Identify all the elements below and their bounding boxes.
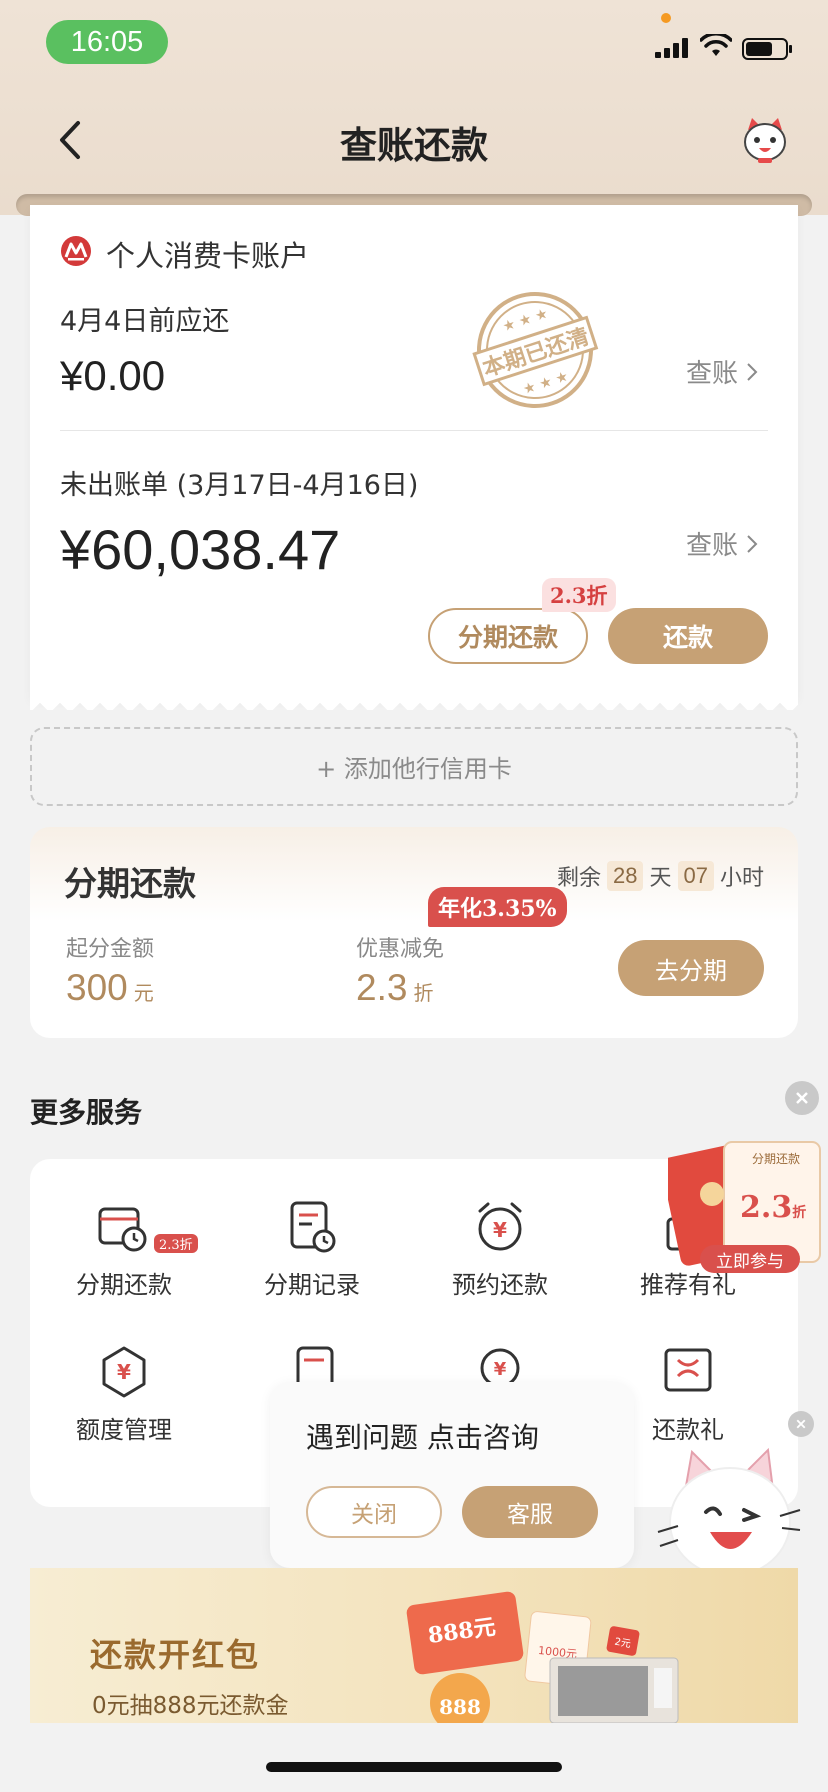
battery-icon [742,38,792,60]
service-discount-badge: 2.3折 [154,1234,198,1253]
chevron-right-icon [747,534,758,553]
min-amount-value: 300 元 [66,967,154,1008]
customer-service-button[interactable]: 客服 [462,1486,598,1538]
add-other-bank-card-button[interactable]: + 添加他行信用卡 [30,727,798,806]
banner-subtitle: 0元抽888元还款金 [92,1693,289,1719]
recording-indicator-icon [661,13,671,23]
close-mascot-icon[interactable] [788,1411,814,1437]
due-date-label: 4月4日前应还 [60,306,230,337]
svg-text:¥: ¥ [117,1360,131,1384]
service-label: 分期还款 [76,1271,172,1299]
signal-icon [655,38,688,58]
service-installment[interactable]: 2.3折 分期还款 [30,1199,218,1300]
svg-text:¥: ¥ [494,1359,507,1380]
repay-red-packet-banner[interactable]: 还款开红包 0元抽888元还款金 888元 1000元 2元 888 [30,1568,798,1723]
close-promo-icon[interactable] [785,1081,819,1115]
discount-label: 优惠减免 [356,937,445,962]
countdown: 剩余 28 天 07 小时 [557,860,764,892]
countdown-days-unit: 天 [649,866,672,891]
svg-text:★ ★ ★: ★ ★ ★ [521,368,570,398]
installment-title: 分期还款 [64,864,196,903]
home-indicator [266,1762,562,1772]
more-services-title: 更多服务 [30,1096,143,1129]
ribbon-gift-icon [664,1348,712,1392]
svg-text:888: 888 [439,1695,481,1719]
view-bill-link-current[interactable]: 查账 [686,353,758,390]
consult-popup: 遇到问题 点击咨询 关闭 客服 [270,1382,634,1568]
promo-card-value: 2.3折 [740,1190,807,1225]
countdown-days: 28 [607,861,644,891]
bill-card: 个人消费卡账户 4月4日前应还 ¥0.00 本期已还清 ★ ★ ★ ★ ★ ★ … [30,205,798,710]
banner-title: 还款开红包 [90,1636,261,1674]
join-now-button[interactable]: 立即参与 [700,1245,800,1273]
min-amount-label: 起分金额 [66,937,155,962]
go-installment-button[interactable]: 去分期 [618,940,764,996]
repay-button[interactable]: 还款 [608,608,768,664]
svg-text:¥: ¥ [493,1218,507,1242]
shield-yen-icon: ¥ [102,1346,146,1398]
view-bill-label: 查账 [685,531,738,561]
countdown-prefix: 剩余 [556,866,601,891]
stamp-text: 本期已还清 [480,323,593,382]
paid-stamp: 本期已还清 ★ ★ ★ ★ ★ ★ [472,292,599,408]
close-button[interactable]: 关闭 [306,1486,442,1538]
annual-rate-badge: 年化3.35% [428,887,567,927]
chevron-right-icon [747,362,758,381]
document-clock-icon [290,1201,336,1253]
service-label: 分期记录 [264,1271,360,1299]
promo-card-title: 分期还款 [752,1152,801,1166]
installment-panel: 分期还款 剩余 28 天 07 小时 年化3.35% 起分金额 300 元 优惠减… [30,827,798,1038]
banner-illustration: 888元 1000元 2元 888 [406,1591,679,1723]
discount-value: 2.3 折 [356,967,434,1008]
service-scheduled-repay[interactable]: ¥ 预约还款 [406,1199,594,1300]
bank-logo-icon [61,236,91,266]
alarm-clock-icon: ¥ [478,1202,522,1251]
unbilled-amount: ¥60,038.47 [60,518,341,581]
calendar-clock-icon [98,1207,147,1252]
status-time: 16:05 [46,20,168,64]
page-title: 查账还款 [340,124,488,167]
countdown-hours-unit: 小时 [719,866,764,891]
countdown-hours: 07 [677,861,714,891]
unbilled-label: 未出账单 (3月17日-4月16日) [60,470,419,501]
service-label: 额度管理 [76,1416,172,1444]
due-amount: ¥0.00 [60,352,166,399]
installment-repay-button[interactable]: 分期还款 [428,608,588,664]
divider [60,430,768,431]
wifi-icon [700,34,732,56]
mascot-assistant-icon[interactable] [740,114,790,164]
view-bill-link-unbilled[interactable]: 查账 [686,525,758,562]
service-installment-records[interactable]: 分期记录 [218,1199,406,1300]
view-bill-label: 查账 [685,359,738,389]
service-label: 预约还款 [452,1271,548,1299]
account-name: 个人消费卡账户 [106,239,310,273]
consult-text: 遇到问题 点击咨询 [306,1421,539,1454]
discount-badge: 2.3折 [542,578,616,612]
service-credit-limit[interactable]: ¥ 额度管理 [30,1344,218,1445]
